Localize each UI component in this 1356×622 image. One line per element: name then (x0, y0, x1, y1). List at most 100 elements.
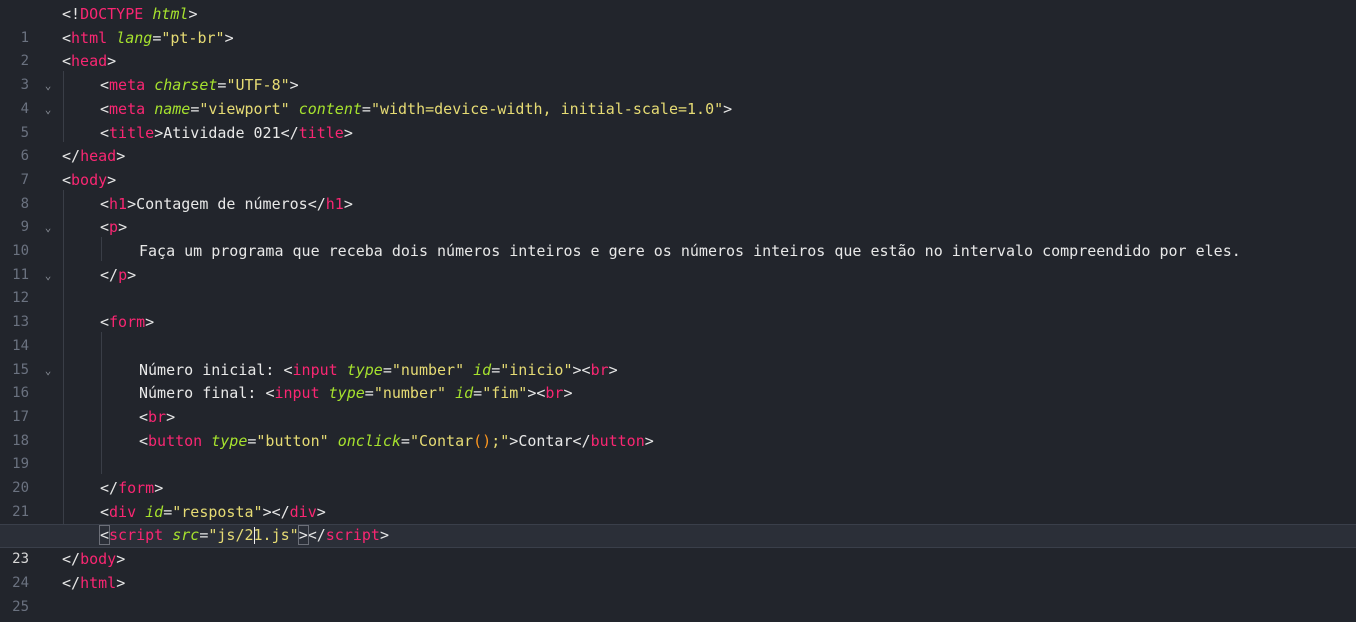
code-line[interactable]: 14 ⌄ <form> (0, 311, 1356, 376)
code-text: <button type="button" onclick="Contar();… (139, 430, 654, 454)
token: < (62, 28, 72, 47)
code-text: Número inicial: <input type="number" id=… (139, 359, 618, 383)
code-line[interactable]: 13 (0, 287, 1356, 330)
code-line[interactable]: 5 <meta name="viewport" content="width=d… (0, 98, 1356, 141)
token: < (62, 52, 72, 71)
token: input (292, 360, 338, 379)
code-line[interactable]: 20 (0, 453, 1356, 496)
token: > (509, 431, 519, 450)
code-text: Faça um programa que receba dois números… (139, 240, 1241, 264)
token: src (172, 526, 200, 545)
code-line[interactable]: 3 ⌄ <head> (0, 50, 1356, 115)
token: id (145, 502, 164, 521)
code-line[interactable]: 10 ⌄ <p> (0, 216, 1356, 281)
token: > (343, 194, 353, 213)
token: < (62, 170, 72, 189)
token: "number" (373, 384, 447, 403)
code-editor[interactable]: 1 <!DOCTYPE html> 2 ⌄ <html lang="pt-br"… (0, 0, 1356, 622)
code-line[interactable]: 21 </form> (0, 477, 1356, 520)
code-line[interactable]: 25 </html> (0, 572, 1356, 615)
token: <! (62, 5, 81, 23)
token: "resposta" (172, 502, 263, 521)
code-line[interactable]: 4 <meta charset="UTF-8"> (0, 74, 1356, 117)
token: < (100, 194, 110, 213)
token: html (152, 5, 189, 23)
token: lang (116, 28, 153, 47)
token: div (109, 502, 137, 521)
token: > (289, 76, 299, 95)
token: Faça um programa que receba dois números… (139, 242, 1241, 260)
token: id (455, 384, 474, 403)
code-text: Número final: <input type="number" id="f… (139, 382, 573, 406)
code-line[interactable]: 22 <div id="resposta"></div> (0, 501, 1356, 544)
code-line[interactable]: 26 (0, 596, 1356, 620)
token: </ (62, 147, 81, 166)
token: charset (154, 76, 218, 95)
token: ;" (491, 431, 510, 450)
token: DOCTYPE (80, 5, 144, 23)
token: = (190, 99, 200, 118)
token: < (581, 360, 591, 379)
token: "fim" (482, 384, 528, 403)
code-text: <head> (62, 50, 116, 74)
token: > (107, 52, 117, 71)
token: > (644, 431, 654, 450)
code-text: <div id="resposta"></div> (100, 501, 326, 525)
code-text: <meta name="viewport" content="width=dev… (100, 98, 732, 122)
token: > (262, 502, 272, 521)
token: name (154, 99, 191, 118)
code-line[interactable]: 8 ⌄ <body> (0, 169, 1356, 234)
code-line-active[interactable]: 23 <script src="js/21.js"></script> (0, 524, 1356, 567)
token: input (274, 384, 320, 403)
token: Número inicial: (139, 360, 284, 379)
code-text: <p> (100, 216, 127, 240)
token: < (139, 407, 149, 426)
token: > (116, 550, 126, 569)
token: > (107, 170, 117, 189)
token: > (188, 5, 198, 23)
code-line[interactable]: 12 </p> (0, 264, 1356, 307)
code-line[interactable]: 15 (0, 335, 1356, 378)
code-line[interactable]: 18 <br> (0, 406, 1356, 449)
code-line[interactable]: 11 Faça um programa que receba dois núme… (0, 240, 1356, 283)
code-line[interactable]: 6 <title>Atividade 021</title> (0, 122, 1356, 165)
token: () (473, 431, 492, 450)
code-line[interactable]: 17 Número final: <input type="number" id… (0, 382, 1356, 425)
token: > (379, 526, 389, 545)
token: "js/2 (208, 526, 254, 545)
code-line[interactable]: 7 </head> (0, 145, 1356, 188)
token: </ (307, 194, 326, 213)
token: "inicio" (500, 360, 573, 379)
code-line[interactable]: 19 <button type="button" onclick="Contar… (0, 430, 1356, 473)
code-line[interactable]: 24 </body> (0, 548, 1356, 591)
token: "button" (256, 431, 329, 450)
token: form (109, 313, 146, 332)
token: > (723, 99, 733, 118)
token: head (71, 52, 108, 71)
token: > (127, 265, 137, 284)
code-line[interactable]: 2 ⌄ <html lang="pt-br"> (0, 27, 1356, 92)
token: </ (100, 265, 119, 284)
token: </ (271, 502, 290, 521)
token: > (343, 123, 353, 142)
code-line[interactable]: 9 <h1>Contagem de números</h1> (0, 193, 1356, 236)
token: button (590, 431, 645, 450)
code-text: <title>Atividade 021</title> (100, 122, 353, 146)
token: > (116, 573, 126, 592)
token: type (346, 360, 383, 379)
token: meta (109, 99, 146, 118)
code-line[interactable]: 16 Número inicial: <input type="number" … (0, 359, 1356, 402)
code-line[interactable]: 1 <!DOCTYPE html> (0, 3, 1356, 46)
token: = (382, 360, 392, 379)
token: < (100, 218, 110, 237)
token: < (139, 431, 149, 450)
token: </ (572, 431, 591, 450)
token: = (473, 384, 483, 403)
